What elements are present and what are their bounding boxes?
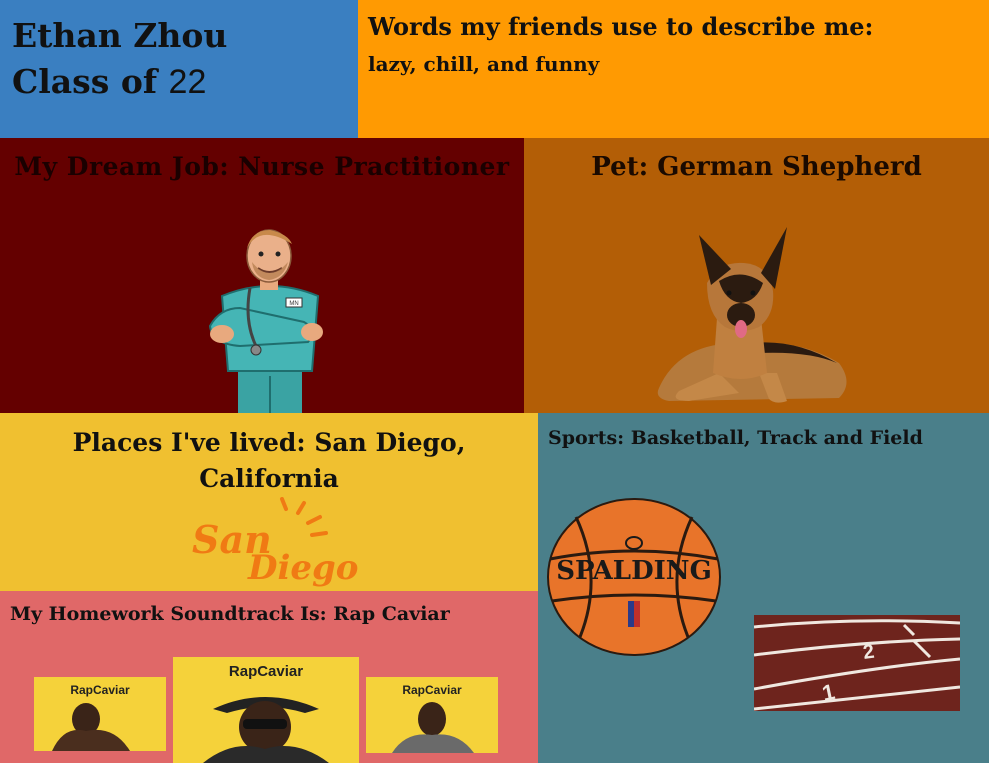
pet-title: Pet: German Shepherd	[591, 152, 922, 182]
basketball-image: SPALDING	[547, 498, 721, 656]
class-label: Class of	[12, 62, 158, 101]
sports-panel: Sports: Basketball, Track and Field SPAL…	[538, 413, 989, 763]
dream-job-title: My Dream Job: Nurse Practitioner	[14, 152, 510, 181]
nurse-illustration: MN	[208, 229, 323, 413]
words-title: Words my friends use to describe me:	[368, 12, 874, 41]
name-panel: Ethan Zhou Class of 22	[0, 0, 358, 138]
artist-photo	[52, 703, 130, 751]
nurse-badge-text: MN	[289, 301, 298, 307]
music-title: My Homework Soundtrack Is: Rap Caviar	[10, 603, 450, 625]
pet-panel: Pet: German Shepherd	[524, 138, 989, 413]
cover-label: RapCaviar	[228, 663, 304, 680]
class-year: 22	[168, 63, 207, 101]
music-panel: My Homework Soundtrack Is: Rap Caviar Ra…	[0, 591, 538, 763]
sports-title: Sports: Basketball, Track and Field	[548, 427, 923, 449]
artist-photo	[392, 702, 474, 753]
class-line: Class of 22	[12, 62, 206, 102]
rapcaviar-cover-3: RapCaviar	[366, 677, 498, 753]
student-name: Ethan Zhou	[12, 16, 228, 55]
rapcaviar-cover-1: RapCaviar	[34, 677, 166, 751]
places-title: Places I've lived: San Diego, California	[72, 428, 466, 493]
words-list: lazy, chill, and funny	[368, 52, 600, 76]
places-panel: Places I've lived: San Diego, California…	[0, 413, 538, 591]
dream-job-panel: My Dream Job: Nurse Practitioner MN	[0, 138, 524, 413]
german-shepherd-image	[657, 227, 847, 403]
basketball-brand: SPALDING	[556, 556, 712, 586]
logo-text-diego: Diego	[247, 548, 358, 587]
rapcaviar-cover-2: RapCaviar	[173, 657, 359, 763]
artist-photo	[203, 697, 329, 763]
words-panel: Words my friends use to describe me: laz…	[358, 0, 989, 138]
san-diego-logo: San Diego	[192, 497, 358, 587]
track-image: 2 1	[754, 615, 960, 711]
